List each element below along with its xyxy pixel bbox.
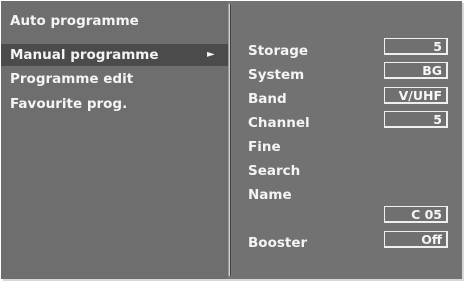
right-triangle-icon: ► — [207, 49, 215, 60]
menu-item-label: Favourite prog. — [10, 96, 128, 112]
menu-item-manual-programme[interactable]: Manual programme ► — [1, 44, 228, 66]
tv-osd-menu: Auto programme Manual programme ► Progra… — [1, 1, 462, 279]
channel-value-field[interactable]: 5 — [384, 111, 448, 128]
name-value-field[interactable]: C 05 — [384, 206, 448, 223]
fine-label[interactable]: Fine — [248, 138, 281, 156]
storage-label: Storage — [248, 43, 309, 59]
storage-value-field[interactable]: 5 — [384, 38, 448, 55]
menu-item-favourite-prog[interactable]: Favourite prog. — [1, 93, 228, 115]
programme-menu-panel: Auto programme Manual programme ► Progra… — [1, 1, 228, 279]
system-label: System — [248, 67, 305, 83]
system-value-field[interactable]: BG — [384, 62, 448, 79]
menu-item-label: Auto programme — [10, 13, 139, 29]
panel-divider — [228, 4, 231, 276]
search-label[interactable]: Search — [248, 162, 300, 180]
band-label: Band — [248, 91, 287, 107]
name-label: Name — [248, 187, 292, 203]
menu-item-programme-edit[interactable]: Programme edit — [1, 68, 228, 90]
channel-label: Channel — [248, 115, 310, 131]
menu-item-label: Programme edit — [10, 71, 134, 87]
booster-label: Booster — [248, 235, 308, 251]
menu-item-label: Manual programme — [10, 47, 159, 63]
booster-value-field[interactable]: Off — [384, 231, 448, 248]
band-value-field[interactable]: V/UHF — [384, 87, 448, 104]
tv-screen: Auto programme Manual programme ► Progra… — [0, 0, 475, 283]
menu-item-auto-programme[interactable]: Auto programme — [1, 10, 228, 32]
